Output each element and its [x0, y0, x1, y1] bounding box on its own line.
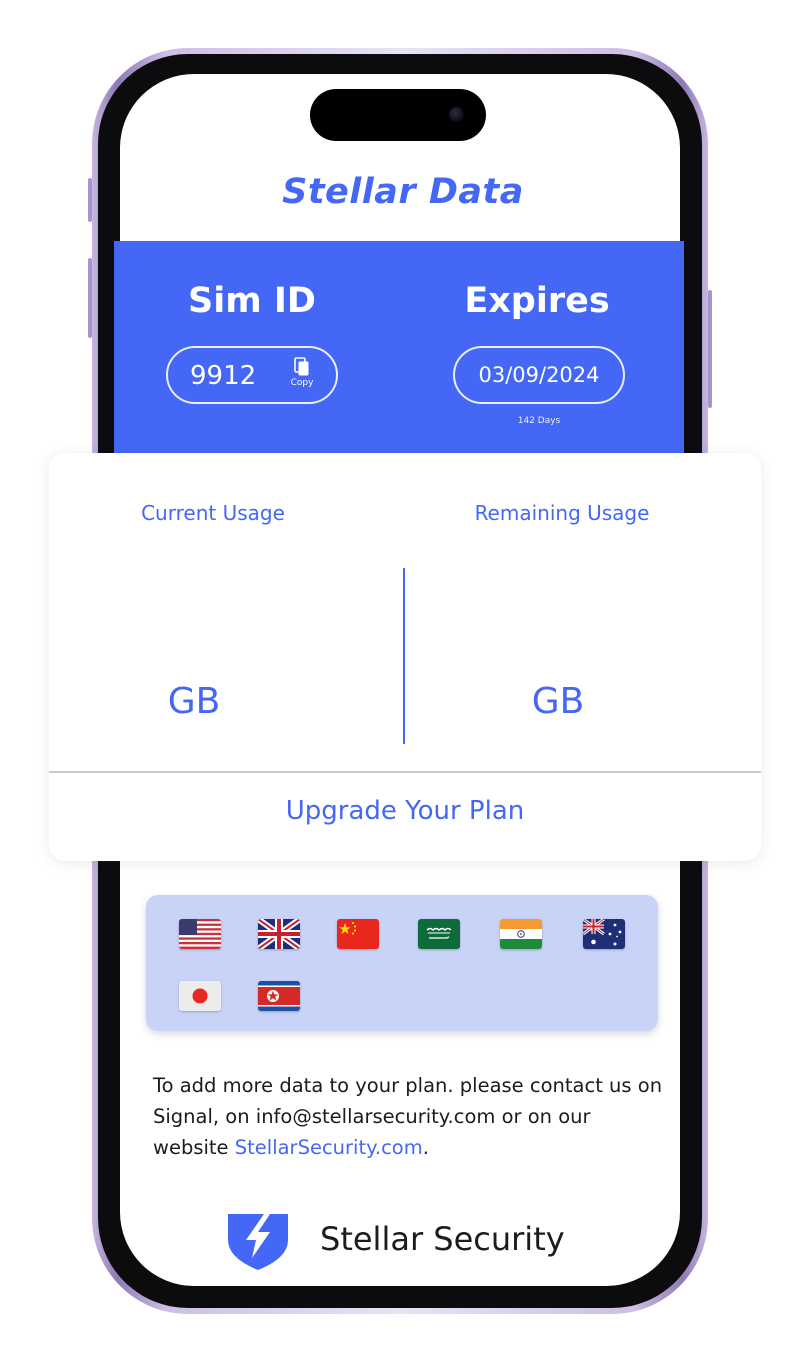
copy-icon — [294, 357, 309, 376]
contact-info-text: To add more data to your plan. please co… — [153, 1070, 663, 1163]
uk-flag-icon — [258, 919, 300, 949]
sim-id-value: 9912 — [190, 361, 257, 391]
shield-bolt-logo-icon — [228, 1214, 288, 1270]
contact-text-end: . — [422, 1136, 429, 1159]
us-flag-icon — [179, 919, 221, 949]
copy-label: Copy — [290, 378, 314, 388]
sim-id-label: Sim ID — [188, 281, 316, 321]
sim-info-panel: Sim ID Expires 9912 Copy 03/09/2024 142 … — [114, 241, 684, 463]
side-button-left-mid — [88, 258, 92, 338]
front-camera-icon — [449, 107, 464, 122]
app-title: Stellar Data — [282, 172, 524, 212]
dynamic-island — [310, 89, 486, 141]
remaining-usage-label: Remaining Usage — [474, 501, 650, 525]
usage-card: Current Usage Remaining Usage GB GB Upgr… — [49, 453, 761, 861]
australia-flag-icon — [583, 919, 625, 949]
current-usage-unit: GB — [167, 681, 221, 722]
days-remaining: 142 Days — [517, 416, 561, 426]
japan-flag-icon — [179, 981, 221, 1011]
website-link[interactable]: StellarSecurity.com — [235, 1136, 423, 1159]
expires-label: Expires — [464, 281, 610, 321]
expiry-date-pill: 03/09/2024 — [453, 346, 625, 404]
current-usage-label: Current Usage — [141, 501, 285, 525]
china-flag-icon — [337, 919, 379, 949]
expiry-date-value: 03/09/2024 — [478, 363, 600, 387]
brand-footer: Stellar Security — [224, 1208, 604, 1278]
upgrade-plan-button[interactable]: Upgrade Your Plan — [49, 773, 761, 861]
brand-name: Stellar Security — [320, 1220, 565, 1258]
sim-id-pill: 9912 Copy — [166, 346, 338, 404]
usage-divider — [403, 568, 405, 744]
side-button-right — [708, 290, 712, 408]
north-korea-flag-icon — [258, 981, 300, 1011]
saudi-arabia-flag-icon — [418, 919, 460, 949]
india-flag-icon — [500, 919, 542, 949]
remaining-usage-unit: GB — [531, 681, 585, 722]
supported-countries-panel — [146, 895, 658, 1031]
copy-button[interactable]: Copy — [282, 357, 322, 388]
